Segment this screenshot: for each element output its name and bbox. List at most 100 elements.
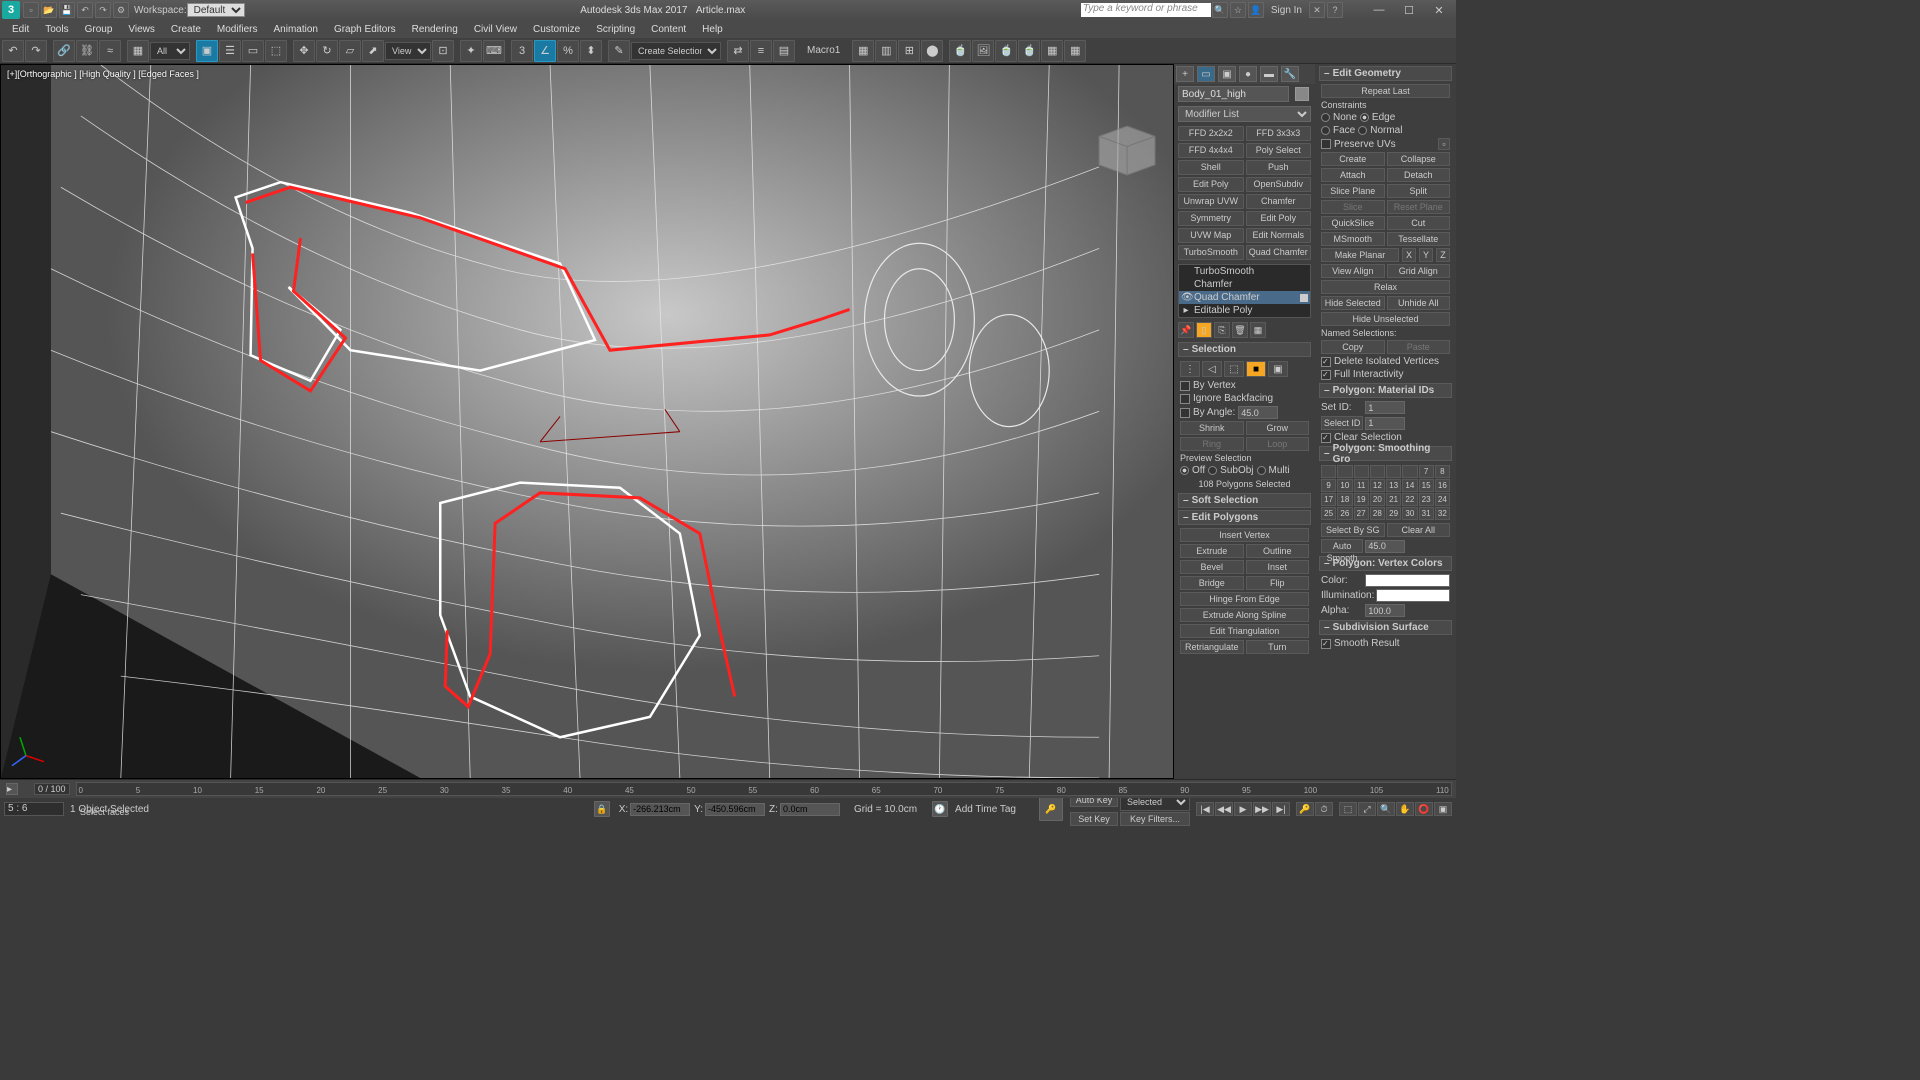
sign-in-link[interactable]: Sign In — [1271, 5, 1302, 16]
constraint-none-radio[interactable] — [1321, 113, 1330, 122]
flip-button[interactable]: Flip — [1246, 576, 1310, 590]
planar-z-button[interactable]: Z — [1436, 248, 1450, 262]
unhide-all-button[interactable]: Unhide All — [1387, 296, 1451, 310]
z-coord-input[interactable] — [780, 803, 840, 816]
edit-geometry-rollout[interactable]: Edit Geometry — [1319, 66, 1452, 81]
sg-button-21[interactable]: 21 — [1386, 493, 1401, 506]
pin-stack-icon[interactable]: 📌 — [1178, 322, 1194, 338]
object-color-swatch[interactable] — [1295, 87, 1309, 101]
help-icon[interactable]: ? — [1327, 2, 1343, 18]
sg-button-11[interactable]: 11 — [1354, 479, 1369, 492]
sg-button-blank[interactable] — [1386, 465, 1401, 478]
mod-ffd4[interactable]: FFD 4x4x4 — [1178, 143, 1244, 158]
detach-button[interactable]: Detach — [1387, 168, 1451, 182]
auto-smooth-spinner[interactable] — [1365, 540, 1405, 553]
split-button[interactable]: Split — [1387, 184, 1451, 198]
polygon-mode-icon[interactable]: ■ — [1246, 361, 1266, 377]
new-icon[interactable]: ▫ — [23, 2, 39, 18]
sg-button-16[interactable]: 16 — [1435, 479, 1450, 492]
render-iter-button[interactable]: ▦ — [1041, 40, 1063, 62]
sg-button-9[interactable]: 9 — [1321, 479, 1336, 492]
border-mode-icon[interactable]: ⬚ — [1224, 361, 1244, 377]
hierarchy-tab-icon[interactable]: ▣ — [1218, 66, 1236, 82]
mod-editpoly[interactable]: Edit Poly — [1178, 177, 1244, 192]
by-angle-check[interactable] — [1180, 408, 1190, 418]
preserve-uvs-check[interactable] — [1321, 139, 1331, 149]
motion-tab-icon[interactable]: ● — [1239, 66, 1257, 82]
menu-help[interactable]: Help — [694, 23, 731, 36]
mod-unwrap[interactable]: Unwrap UVW — [1178, 194, 1244, 209]
search-input[interactable]: Type a keyword or phrase — [1081, 3, 1211, 17]
search-icon[interactable]: 🔍 — [1212, 2, 1228, 18]
vertex-color-swatch[interactable] — [1365, 574, 1450, 587]
display-tab-icon[interactable]: ▬ — [1260, 66, 1278, 82]
select-by-sg-button[interactable]: Select By SG — [1321, 523, 1385, 537]
goto-end-button[interactable]: ▶| — [1272, 802, 1290, 816]
auto-smooth-button[interactable]: Auto Smooth — [1321, 539, 1363, 553]
edit-triangulation-button[interactable]: Edit Triangulation — [1180, 624, 1309, 638]
stack-chamfer[interactable]: Chamfer — [1194, 279, 1232, 290]
sg-button-25[interactable]: 25 — [1321, 507, 1336, 520]
hinge-from-edge-button[interactable]: Hinge From Edge — [1180, 592, 1309, 606]
set-key-large-icon[interactable]: 🔑 — [1039, 797, 1063, 821]
ring-button[interactable]: Ring — [1180, 437, 1244, 451]
preview-off-radio[interactable] — [1180, 466, 1189, 475]
menu-customize[interactable]: Customize — [525, 23, 588, 36]
grow-button[interactable]: Grow — [1246, 421, 1310, 435]
preserve-uvs-settings-icon[interactable]: ▫ — [1438, 138, 1450, 150]
sg-button-31[interactable]: 31 — [1419, 507, 1434, 520]
configure-sets-icon[interactable]: ▦ — [1250, 322, 1266, 338]
link-icon[interactable]: ⚙ — [113, 2, 129, 18]
manipulate-button[interactable]: ✦ — [460, 40, 482, 62]
named-selection-dropdown[interactable]: Create Selection Se — [631, 42, 721, 60]
planar-y-button[interactable]: Y — [1419, 248, 1433, 262]
edit-polygons-rollout[interactable]: Edit Polygons — [1178, 510, 1311, 525]
menu-edit[interactable]: Edit — [4, 23, 37, 36]
reset-plane-button[interactable]: Reset Plane — [1387, 200, 1451, 214]
material-editor-button[interactable]: ⬤ — [921, 40, 943, 62]
render-frame-button[interactable]: 🖼 — [972, 40, 994, 62]
time-config-button[interactable]: ⏱ — [1315, 802, 1333, 816]
sg-button-32[interactable]: 32 — [1435, 507, 1450, 520]
menu-views[interactable]: Views — [120, 23, 163, 36]
delete-iso-verts-check[interactable] — [1321, 357, 1331, 367]
stack-turbosmooth[interactable]: TurboSmooth — [1194, 266, 1254, 277]
sg-button-27[interactable]: 27 — [1354, 507, 1369, 520]
stack-quadchamfer[interactable]: Quad Chamfer — [1194, 292, 1260, 303]
turn-button[interactable]: Turn — [1246, 640, 1310, 654]
select-by-name-button[interactable]: ☰ — [219, 40, 241, 62]
minimize-button[interactable]: — — [1364, 1, 1394, 19]
modify-tab-icon[interactable]: ▭ — [1197, 66, 1215, 82]
planar-x-button[interactable]: X — [1402, 248, 1416, 262]
msmooth-button[interactable]: MSmooth — [1321, 232, 1385, 246]
utilities-tab-icon[interactable]: 🔧 — [1281, 66, 1299, 82]
vertex-colors-rollout[interactable]: Polygon: Vertex Colors — [1319, 556, 1452, 571]
user-icon[interactable]: 👤 — [1248, 2, 1264, 18]
add-time-tag-button[interactable]: Add Time Tag — [955, 804, 1016, 815]
mod-editnorm[interactable]: Edit Normals — [1246, 228, 1312, 243]
bevel-button[interactable]: Bevel — [1180, 560, 1244, 574]
by-angle-spinner[interactable] — [1238, 406, 1278, 419]
tessellate-button[interactable]: Tessellate — [1387, 232, 1451, 246]
link-button[interactable]: 🔗 — [53, 40, 75, 62]
modifier-stack[interactable]: TurboSmooth Chamfer 👁Quad Chamfer ▸Edita… — [1178, 264, 1311, 318]
outline-button[interactable]: Outline — [1246, 544, 1310, 558]
select-object-button[interactable]: ▣ — [196, 40, 218, 62]
open-icon[interactable]: 📂 — [41, 2, 57, 18]
sg-button-23[interactable]: 23 — [1419, 493, 1434, 506]
slice-plane-button[interactable]: Slice Plane — [1321, 184, 1385, 198]
zoom-extents-button[interactable]: ⤢ — [1358, 802, 1376, 816]
cut-button[interactable]: Cut — [1387, 216, 1451, 230]
menu-modifiers[interactable]: Modifiers — [209, 23, 266, 36]
sg-button-blank[interactable] — [1321, 465, 1336, 478]
preview-subobj-radio[interactable] — [1208, 466, 1217, 475]
info-icon[interactable]: ☆ — [1230, 2, 1246, 18]
illumination-swatch[interactable] — [1376, 589, 1450, 602]
select-id-spinner[interactable] — [1365, 417, 1405, 430]
collapse-button[interactable]: Collapse — [1387, 152, 1451, 166]
layers-button[interactable]: ▤ — [773, 40, 795, 62]
save-icon[interactable]: 💾 — [59, 2, 75, 18]
object-name-input[interactable] — [1178, 86, 1289, 102]
max-viewport-button[interactable]: ▣ — [1434, 802, 1452, 816]
sg-button-24[interactable]: 24 — [1435, 493, 1450, 506]
